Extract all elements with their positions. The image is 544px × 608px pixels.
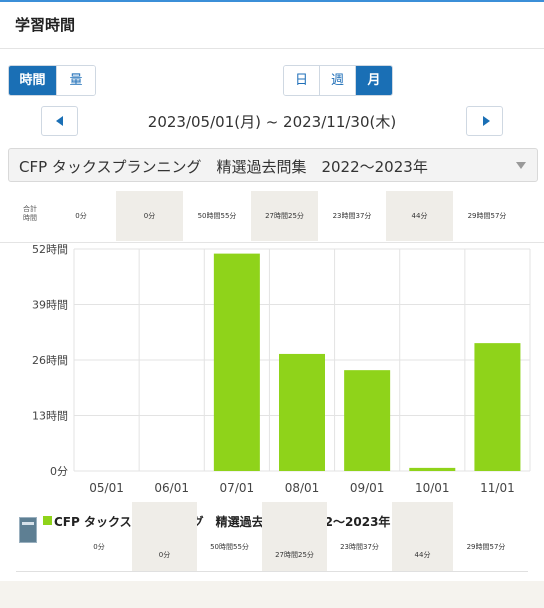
totals-label: 合計 時間 <box>23 205 37 222</box>
x-tick-label: 06/01 <box>154 481 189 495</box>
caret-right-icon <box>483 116 490 126</box>
x-tick-label: 09/01 <box>350 481 385 495</box>
bar <box>409 467 456 471</box>
y-tick-label: 39時間 <box>32 299 68 312</box>
legend-cell: 50時間55分 <box>210 543 249 551</box>
title-divider <box>0 48 544 49</box>
next-period-button[interactable] <box>466 106 503 136</box>
legend-cell: 29時間57分 <box>466 543 506 551</box>
total-cell: 50時間55分 <box>197 212 237 220</box>
legend-cell: 23時間37分 <box>340 543 379 551</box>
study-time-chart: 0分 13時間 26時間 39時間 52時間 05/01 06/01 07/01 08/01 09… <box>0 243 544 499</box>
x-tick-label: 10/01 <box>415 481 450 495</box>
legend-cell: 0分 <box>93 543 105 551</box>
total-cell: 29時間57分 <box>467 212 507 220</box>
legend-row: CFP タックスプランニング 精選過去問集 2022〜2023年 0分 0分 5… <box>0 502 544 572</box>
course-select-value: CFP タックスプランニング 精選過去問集 2022〜2023年 <box>19 158 428 176</box>
bar <box>344 370 391 471</box>
x-tick-label: 07/01 <box>220 481 255 495</box>
x-tick-label: 11/01 <box>480 481 515 495</box>
amount-toggle-button[interactable]: 量 <box>57 66 95 95</box>
course-select[interactable]: CFP タックスプランニング 精選過去問集 2022〜2023年 <box>8 148 538 182</box>
previous-period-button[interactable] <box>41 106 78 136</box>
totals-row: 合計 時間 0分 0分 50時間55分 27時間25分 23時間37分 44分 … <box>0 191 544 241</box>
y-tick-label: 0分 <box>50 465 68 478</box>
total-cell: 44分 <box>386 191 453 241</box>
bar <box>279 353 325 471</box>
bar-chart: 0分 13時間 26時間 39時間 52時間 05/01 06/01 07/01 08/01 09… <box>32 243 531 495</box>
day-toggle-button[interactable]: 日 <box>284 66 320 95</box>
series-swatch <box>43 516 52 525</box>
book-cover-icon <box>19 517 37 543</box>
total-cell: 23時間37分 <box>332 212 372 220</box>
y-tick-label: 52時間 <box>32 243 68 256</box>
x-tick-label: 05/01 <box>89 481 124 495</box>
week-toggle-button[interactable]: 週 <box>320 66 356 95</box>
y-tick-label: 13時間 <box>32 410 68 423</box>
legend-divider <box>16 571 528 572</box>
x-tick-label: 08/01 <box>285 481 320 495</box>
bar <box>474 343 521 471</box>
caret-left-icon <box>56 116 63 126</box>
legend-cell: 0分 <box>132 502 197 572</box>
legend-cell: 44分 <box>392 502 453 572</box>
time-toggle-button[interactable]: 時間 <box>9 66 57 95</box>
total-cell: 27時間25分 <box>251 191 318 241</box>
period-toggle: 日 週 月 <box>283 65 393 96</box>
legend-cell: 27時間25分 <box>262 502 327 572</box>
total-cell: 0分 <box>116 191 183 241</box>
dropdown-caret-icon <box>516 162 526 169</box>
metric-toggle: 時間 量 <box>8 65 96 96</box>
total-cell: 0分 <box>75 212 87 220</box>
month-toggle-button[interactable]: 月 <box>356 66 392 95</box>
bar <box>213 253 260 471</box>
study-time-card: 学習時間 時間 量 日 週 月 2023/05/01(月) ~ 2023/11/… <box>0 0 544 581</box>
date-range-label: 2023/05/01(月) ~ 2023/11/30(木) <box>147 113 397 131</box>
page-title: 学習時間 <box>15 16 76 34</box>
y-tick-label: 26時間 <box>32 354 68 367</box>
